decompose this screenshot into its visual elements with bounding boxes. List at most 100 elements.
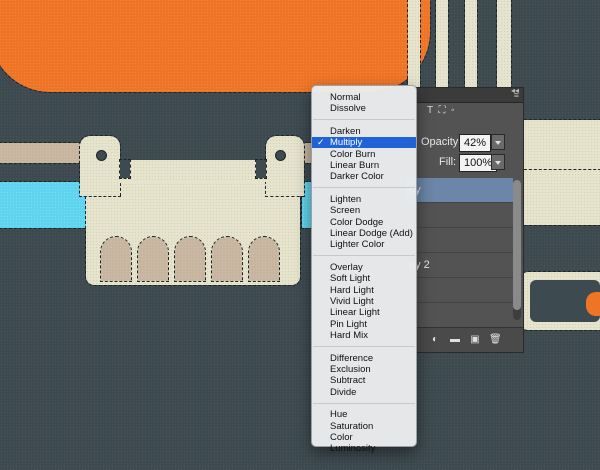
right-comb-teeth — [519, 169, 600, 226]
lock-icons: T ⛶ ◦ — [427, 105, 455, 116]
panel-footer: ◐ ▬ ▣ 🗑 — [405, 327, 523, 352]
arch — [137, 236, 169, 282]
fill-row: Fill: 100% — [405, 154, 523, 172]
blend-mode-label: Hue — [330, 409, 348, 421]
layers-panel: ≡ ◂◂ T ⛶ ◦ Opacity: 42% Fill: 100% py py… — [404, 86, 524, 353]
layer-row[interactable] — [405, 278, 513, 303]
blend-mode-label: Saturation — [330, 420, 374, 432]
blend-mode-divide[interactable]: Divide — [312, 387, 416, 398]
blend-mode-label: Linear Burn — [330, 160, 380, 171]
opacity-dropdown-button[interactable] — [491, 134, 505, 150]
blend-mode-color[interactable]: Color — [312, 432, 416, 443]
blend-mode-darken[interactable]: Darken — [312, 126, 416, 137]
blend-mode-vivid-light[interactable]: Vivid Light — [312, 296, 416, 307]
layers-scrollbar[interactable] — [513, 180, 521, 320]
blend-mode-lighter-color[interactable]: Lighter Color — [312, 239, 416, 250]
blend-mode-label: Darken — [330, 125, 361, 137]
blend-mode-label: Hard Light — [330, 284, 374, 296]
blend-mode-label: Lighten — [330, 193, 362, 205]
blend-mode-label: Dissolve — [330, 103, 366, 115]
blend-mode-screen[interactable]: Screen — [312, 205, 416, 216]
blend-mode-soft-light[interactable]: Soft Light — [312, 273, 416, 284]
blend-mode-saturation[interactable]: Saturation — [312, 421, 416, 432]
collapse-icon[interactable]: ◂◂ — [511, 86, 519, 95]
blend-mode-label: Darker Color — [330, 171, 384, 183]
blend-mode-label: Linear Dodge (Add) — [330, 228, 413, 239]
blend-mode-label: Vivid Light — [330, 296, 374, 307]
blend-mode-label: Exclusion — [330, 364, 371, 375]
scrollbar-thumb[interactable] — [513, 180, 521, 310]
blend-mode-difference[interactable]: Difference — [312, 353, 416, 364]
orange-fragment — [586, 292, 600, 316]
blend-mode-subtract[interactable]: Subtract — [312, 375, 416, 386]
comb-hole-left — [96, 150, 107, 161]
cream-vertical-bar — [435, 0, 449, 89]
menu-separator — [313, 402, 415, 404]
opacity-row: Opacity: 42% — [405, 134, 523, 152]
menu-separator — [313, 346, 415, 348]
comb-shape-right-ear — [265, 135, 305, 197]
opacity-label: Opacity: — [421, 136, 462, 148]
cream-vertical-bar — [464, 0, 478, 89]
blend-mode-color-burn[interactable]: Color Burn — [312, 149, 416, 160]
checkmark-icon: ✓ — [317, 137, 325, 148]
blend-mode-label: Hard Mix — [330, 330, 369, 342]
blend-mode-label: Color Burn — [330, 148, 376, 160]
blend-mode-hard-light[interactable]: Hard Light — [312, 285, 416, 296]
blend-mode-label: Overlay — [330, 261, 363, 273]
menu-separator — [313, 255, 415, 257]
blend-mode-pin-light[interactable]: Pin Light — [312, 319, 416, 330]
new-layer-icon[interactable]: ▣ — [469, 334, 481, 345]
blend-mode-label: Screen — [330, 205, 361, 217]
blend-mode-lighten[interactable]: Lighten — [312, 194, 416, 205]
blend-mode-linear-burn[interactable]: Linear Burn — [312, 160, 416, 171]
arch — [100, 236, 132, 282]
layer-row[interactable] — [405, 228, 513, 253]
fill-label: Fill: — [439, 156, 457, 168]
layer-list: py py 2 — [405, 178, 513, 328]
blend-mode-hard-mix[interactable]: Hard Mix — [312, 330, 416, 341]
layer-row[interactable]: py 2 — [405, 253, 513, 278]
blend-mode-label: Multiply — [330, 137, 363, 149]
blend-mode-linear-light[interactable]: Linear Light — [312, 307, 416, 318]
blend-mode-dissolve[interactable]: Dissolve — [312, 103, 416, 114]
blend-mode-linear-dodge-add[interactable]: Linear Dodge (Add) — [312, 228, 416, 239]
comb-shape-middle — [118, 160, 268, 182]
blend-mode-label: Linear Light — [330, 307, 380, 319]
arch — [174, 236, 206, 282]
folder-icon[interactable]: ▬ — [449, 334, 461, 345]
blend-mode-menu: Normal Dissolve Darken ✓ Multiply Color Burn L… — [311, 85, 417, 454]
blend-mode-label: Color Dodge — [330, 216, 384, 228]
blend-mode-label: Difference — [330, 352, 374, 364]
blend-mode-hue[interactable]: Hue — [312, 409, 416, 420]
arch — [248, 236, 280, 282]
blend-mode-luminosity[interactable]: Luminosity — [312, 443, 416, 454]
blend-mode-multiply[interactable]: ✓ Multiply — [312, 137, 416, 149]
blend-mode-label: Color — [330, 432, 353, 443]
opacity-input[interactable]: 42% — [459, 134, 492, 152]
panel-header: ≡ ◂◂ — [405, 86, 523, 103]
blend-mode-color-dodge[interactable]: Color Dodge — [312, 217, 416, 228]
cream-vertical-bar — [407, 0, 421, 89]
blend-mode-label: Normal — [330, 92, 361, 103]
cyan-horizontal-bar — [0, 181, 91, 229]
menu-separator — [313, 119, 415, 121]
blend-mode-label: Pin Light — [330, 318, 367, 330]
adjustment-icon[interactable]: ◐ — [429, 334, 441, 345]
blend-mode-normal[interactable]: Normal — [312, 92, 416, 103]
blend-mode-label: Divide — [330, 386, 357, 398]
layer-row-selected[interactable]: py — [405, 178, 513, 203]
comb-notch — [119, 159, 131, 179]
cream-vertical-bar — [496, 0, 512, 89]
comb-notch — [255, 159, 267, 179]
layer-row[interactable] — [405, 203, 513, 228]
blend-mode-overlay[interactable]: Overlay — [312, 262, 416, 273]
trash-icon[interactable]: 🗑 — [489, 334, 502, 345]
comb-shape-left-ear — [79, 135, 121, 197]
menu-separator — [313, 187, 415, 189]
tan-horizontal-bar — [0, 142, 91, 164]
fill-dropdown-button[interactable] — [491, 154, 505, 170]
blend-mode-darker-color[interactable]: Darker Color — [312, 171, 416, 182]
blend-mode-exclusion[interactable]: Exclusion — [312, 364, 416, 375]
layer-row[interactable] — [405, 303, 513, 328]
